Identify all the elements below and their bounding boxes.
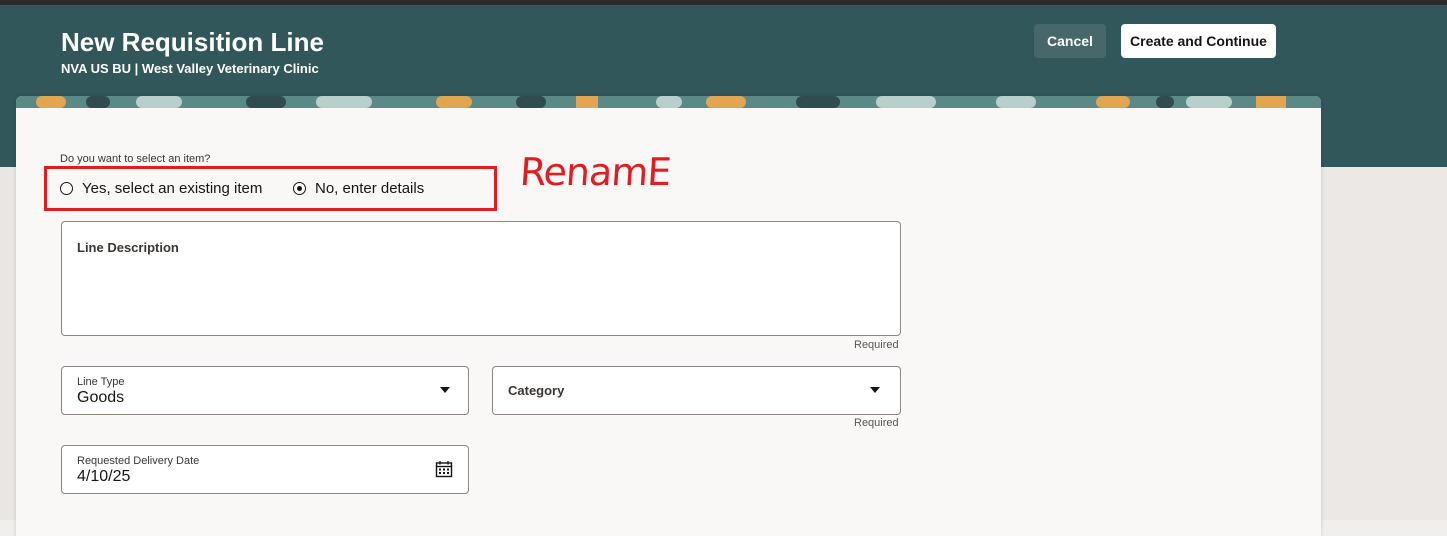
category-label: Category	[508, 383, 565, 398]
caret-down-icon[interactable]	[440, 387, 450, 393]
requested-delivery-date-label: Requested Delivery Date	[77, 455, 200, 467]
cancel-button[interactable]: Cancel	[1034, 24, 1106, 58]
caret-down-icon[interactable]	[870, 387, 880, 393]
line-type-label: Line Type	[77, 376, 125, 388]
line-description-label: Line Description	[77, 240, 179, 255]
line-type-select[interactable]: Line Type Goods	[61, 366, 469, 415]
requested-delivery-date-input[interactable]: Requested Delivery Date 4/10/25	[61, 445, 469, 494]
background-decoration-right	[1321, 167, 1447, 520]
line-type-value: Goods	[77, 389, 125, 406]
annotation-highlight-box	[44, 166, 497, 211]
create-and-continue-button[interactable]: Create and Continue	[1121, 24, 1276, 58]
item-question-label: Do you want to select an item?	[60, 153, 211, 165]
page-subtitle: NVA US BU | West Valley Veterinary Clini…	[61, 61, 319, 76]
category-select[interactable]: Category	[492, 366, 901, 415]
category-required-text: Required	[854, 417, 899, 429]
page-title: New Requisition Line	[61, 27, 324, 57]
decorative-banner	[16, 96, 1321, 108]
requested-delivery-date-value: 4/10/25	[77, 468, 131, 485]
calendar-icon[interactable]	[435, 460, 453, 478]
line-description-required-text: Required	[854, 339, 899, 351]
annotation-text: RenamE	[518, 150, 673, 194]
line-description-textarea[interactable]: Line Description	[61, 221, 901, 336]
background-decoration-left	[0, 167, 16, 520]
